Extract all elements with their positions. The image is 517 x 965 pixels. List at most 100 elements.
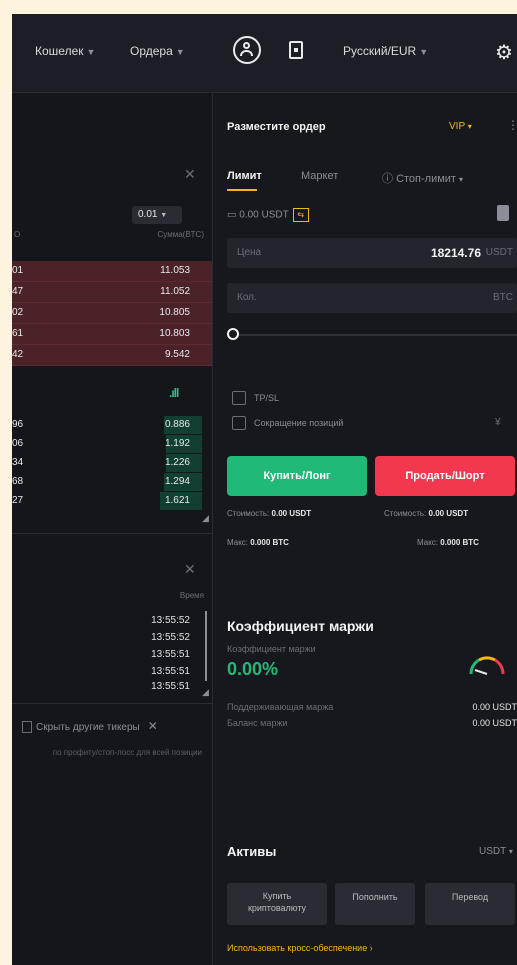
sell-row[interactable]: 01 11.053 [12, 261, 212, 282]
chevron-down-icon: ▾ [459, 175, 464, 184]
info-icon: ⓘ [382, 173, 393, 185]
tab-market[interactable]: Маркет [301, 170, 338, 182]
buy-row[interactable]: 27 1.621 [12, 491, 212, 511]
buy-cost: Стоимость: 0.00 USDT [227, 509, 311, 518]
chevron-down-icon: ▾ [467, 122, 472, 131]
trade-time: 13:55:52 [151, 632, 190, 643]
qty-unit: BTC [493, 292, 513, 303]
row-total: 11.052 [160, 286, 190, 297]
col-header-total: Сумма(BTC) [157, 230, 204, 239]
qty-slider-handle[interactable] [227, 328, 239, 340]
signal-icon: .ıll [169, 386, 179, 400]
language-label: Русский/EUR [343, 44, 417, 58]
step-value: 0.01 [138, 209, 158, 220]
trade-time: 13:55:51 [151, 666, 190, 677]
row-price: 42 [12, 349, 24, 360]
row-total: 0.886 [164, 419, 190, 430]
maintenance-margin-value: 0.00 USDT [472, 702, 517, 712]
cost-value: 0.00 USDT [428, 509, 469, 518]
row-total: 1.192 [164, 438, 190, 449]
chevron-down-icon: ▼ [419, 47, 429, 57]
deposit-button[interactable]: Пополнить [335, 883, 415, 925]
available-balance: ▭ 0.00 USDT ⇆ [227, 208, 309, 222]
language-selector[interactable]: Русский/EUR ▼ [343, 44, 428, 58]
buy-row[interactable]: 34 1.226 [12, 453, 212, 473]
qty-label: Кол. [237, 292, 257, 303]
wallet-menu-label: Кошелек [35, 44, 84, 58]
resize-handle-icon[interactable]: ◢ [202, 513, 209, 524]
col-header-price: O [14, 230, 21, 239]
qty-slider-track[interactable] [237, 334, 517, 336]
more-icon[interactable]: ⋮ [507, 118, 517, 132]
buy-row[interactable]: 68 1.294 [12, 472, 212, 492]
buy-crypto-line1: Купить [262, 891, 292, 901]
row-price: 34 [12, 457, 24, 468]
vip-badge[interactable]: VIP ▾ [449, 121, 472, 132]
available-value: 0.00 USDT [239, 209, 289, 221]
max-value: 0.000 BTC [250, 538, 289, 547]
max-value: 0.000 BTC [440, 538, 479, 547]
reduce-only-checkbox[interactable] [232, 416, 246, 430]
close-icon[interactable]: ✕ [184, 561, 196, 578]
assets-title: Активы [227, 844, 277, 859]
margin-balance-value: 0.00 USDT [472, 718, 517, 728]
row-price: 01 [12, 265, 24, 276]
max-label: Макс: [417, 538, 439, 547]
price-value[interactable]: 18214.76 [431, 246, 481, 260]
price-unit: USDT [485, 247, 513, 258]
close-icon[interactable]: ✕ [184, 166, 196, 183]
sell-row[interactable]: 47 11.052 [12, 282, 212, 303]
close-icon[interactable]: ✕ [148, 719, 158, 733]
buy-row[interactable]: 96 0.886 [12, 415, 212, 435]
transfer-button[interactable]: Перевод [425, 883, 515, 925]
tpsl-label: TP/SL [254, 393, 280, 403]
row-price: 68 [12, 476, 24, 487]
trade-time: 13:55:51 [151, 681, 190, 689]
wallet-menu[interactable]: Кошелек ▼ [35, 44, 95, 58]
download-app-icon[interactable] [289, 41, 303, 59]
row-price: 61 [12, 328, 24, 339]
scrollbar[interactable] [205, 611, 207, 681]
step-dropdown[interactable]: 0.01 ▼ [132, 206, 182, 224]
cross-collateral-label: Использовать кросс-обеспечение [227, 943, 368, 953]
buy-crypto-button[interactable]: Купить криптовалюту [227, 883, 327, 925]
orders-menu[interactable]: Ордера ▼ [130, 44, 185, 58]
wallet-icon: ▭ [227, 209, 237, 221]
sell-row[interactable]: 61 10.803 [12, 324, 212, 345]
col-header-time: Время [179, 591, 204, 600]
currency-selector[interactable]: USDT ▾ [479, 846, 513, 857]
sell-row[interactable]: 02 10.805 [12, 303, 212, 324]
buy-crypto-line2: криптовалюту [247, 903, 307, 913]
order-panel-title: Разместите ордер [227, 121, 326, 133]
chevron-down-icon: ▼ [175, 47, 185, 57]
tab-limit[interactable]: Лимит [227, 170, 262, 182]
tab-stop-limit[interactable]: ⓘ Стоп-лимит ▾ [382, 170, 463, 186]
row-price: 96 [12, 419, 24, 430]
cost-label: Стоимость: [384, 509, 427, 518]
price-label: Цена [237, 247, 262, 258]
buy-row[interactable]: 06 1.192 [12, 434, 212, 454]
sell-row[interactable]: 42 9.542 [12, 345, 212, 366]
sell-short-button[interactable]: Продать/Шорт [375, 456, 515, 496]
row-total: 11.053 [160, 265, 190, 276]
buy-long-button[interactable]: Купить/Лонг [227, 456, 367, 496]
qty-field[interactable]: Кол. BTC [227, 283, 517, 313]
account-icon[interactable] [233, 36, 261, 64]
row-total: 9.542 [164, 349, 190, 360]
gear-icon[interactable]: ⚙ [495, 40, 513, 65]
expand-icon[interactable]: ¥ [495, 417, 501, 428]
app-window: Кошелек ▼ Ордера ▼ Русский/EUR ▼ ⚙ ✕ 0.01 ▼… [12, 14, 517, 965]
active-tab-indicator [227, 189, 257, 191]
hide-other-label: Скрыть другие тикеры [36, 722, 140, 733]
currency-label: USDT [479, 846, 507, 857]
transfer-icon[interactable]: ⇆ [292, 208, 309, 222]
divider [12, 533, 212, 534]
checkbox[interactable] [22, 721, 32, 734]
resize-handle-icon[interactable]: ◢ [202, 687, 209, 698]
tpsl-checkbox[interactable] [232, 391, 246, 405]
top-bar: Кошелек ▼ Ордера ▼ Русский/EUR ▼ ⚙ [12, 14, 517, 93]
price-field[interactable]: Цена 18214.76 USDT [227, 238, 517, 268]
hide-other-tickers[interactable]: Скрыть другие тикеры ✕ [22, 719, 158, 734]
cross-collateral-link[interactable]: Использовать кросс-обеспечение › [227, 943, 373, 953]
calculator-icon[interactable] [497, 205, 509, 221]
